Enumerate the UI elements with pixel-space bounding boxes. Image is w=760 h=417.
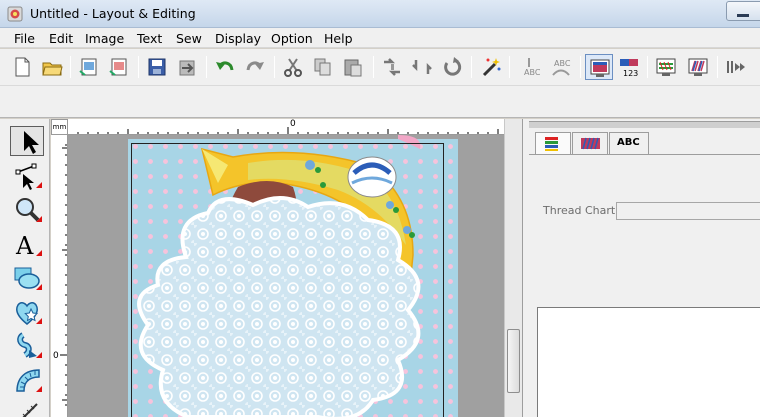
point-edit-tool-button[interactable]	[10, 160, 44, 190]
new-button[interactable]	[8, 54, 36, 80]
new-file-icon	[15, 57, 30, 77]
attribute-list-box[interactable]	[537, 307, 760, 417]
select-tool-button[interactable]	[10, 126, 44, 156]
import-image-button[interactable]	[75, 54, 103, 80]
cut-icon	[284, 58, 302, 77]
svg-text:123: 123	[623, 69, 638, 78]
zoom-tool-button[interactable]	[10, 194, 44, 224]
title-bar: Untitled - Layout & Editing	[0, 0, 760, 28]
tab-sew-attributes[interactable]	[535, 132, 571, 155]
text-arrange-icon: ABC	[524, 58, 540, 77]
menu-help[interactable]: Help	[324, 31, 353, 46]
brush-tool-button[interactable]	[10, 364, 44, 394]
save-button[interactable]	[143, 54, 171, 80]
transfer-button[interactable]	[722, 54, 750, 80]
text-arrange-button[interactable]: ABC	[515, 54, 543, 80]
rotate-icon	[444, 57, 462, 76]
paste-button[interactable]	[339, 54, 367, 80]
design-canvas[interactable]	[68, 135, 504, 417]
open-folder-icon	[42, 62, 63, 76]
ruler-unit: mm	[51, 119, 68, 135]
stitch-simulator-button[interactable]	[652, 54, 680, 80]
tool-palette: A	[0, 119, 50, 417]
cut-button[interactable]	[279, 54, 307, 80]
shape-tool-button[interactable]	[10, 262, 44, 292]
measure-tool-icon	[22, 403, 38, 417]
import-image-icon	[79, 58, 97, 76]
tab-region-stitch[interactable]	[572, 132, 608, 154]
menu-sew[interactable]: Sew	[176, 31, 202, 46]
svg-text:ABC: ABC	[524, 68, 540, 77]
import-embroidery-icon	[109, 58, 127, 76]
design-page-icon	[590, 59, 610, 77]
menu-image[interactable]: Image	[85, 31, 124, 46]
menu-text[interactable]: Text	[137, 31, 162, 46]
menu-option[interactable]: Option	[271, 31, 313, 46]
stitch-simulator-icon	[656, 58, 676, 76]
sew-attributes-icon	[545, 137, 558, 151]
undo-icon	[216, 61, 234, 71]
thread-chart-dropdown[interactable]	[616, 202, 760, 220]
export-button[interactable]	[173, 54, 201, 80]
flip-horizontal-button[interactable]	[378, 54, 406, 80]
attributes-panel: ABC Thread Chart:	[522, 119, 760, 417]
text-arc-button[interactable]: ABC	[547, 54, 575, 80]
copy-icon	[314, 58, 331, 76]
rotate-button[interactable]	[438, 54, 466, 80]
design-page-button[interactable]	[585, 54, 613, 80]
redo-icon	[246, 61, 264, 71]
copy-button[interactable]	[309, 54, 337, 80]
flip-vertical-button[interactable]	[408, 54, 436, 80]
import-embroidery-button[interactable]	[105, 54, 133, 80]
svg-text:A: A	[15, 232, 34, 258]
app-icon	[7, 6, 23, 22]
sewing-order-icon: 123	[620, 59, 638, 78]
minimize-button[interactable]	[726, 1, 760, 21]
ruler-top-zero: 0	[290, 119, 296, 129]
redo-button[interactable]	[241, 54, 269, 80]
magic-wand-icon	[482, 58, 501, 77]
transfer-icon	[727, 61, 745, 73]
secondary-toolbar	[0, 85, 760, 118]
realistic-preview-icon	[688, 58, 708, 76]
hoop-boundary	[131, 143, 444, 417]
panel-header	[529, 121, 760, 128]
measure-tool-button[interactable]	[10, 398, 44, 417]
vertical-scrollbar[interactable]	[504, 119, 522, 417]
flip-horizontal-icon	[384, 58, 400, 76]
realistic-preview-button[interactable]	[684, 54, 712, 80]
menu-bar: File Edit Image Text Sew Display Option …	[0, 28, 760, 48]
select-arrow-icon	[24, 131, 39, 154]
magic-wand-button[interactable]	[477, 54, 505, 80]
main-toolbar: ABC ABC 123	[0, 49, 760, 85]
menu-edit[interactable]: Edit	[49, 31, 73, 46]
flip-vertical-icon	[412, 60, 432, 74]
export-icon	[179, 60, 195, 76]
save-icon	[148, 58, 166, 76]
vertical-scrollbar-thumb[interactable]	[507, 329, 520, 393]
minimize-icon	[737, 14, 749, 17]
outline-tool-button[interactable]	[10, 330, 44, 360]
tab-text-attributes[interactable]: ABC	[609, 132, 649, 154]
text-tool-button[interactable]: A	[10, 228, 44, 258]
stamp-tool-button[interactable]	[10, 296, 44, 326]
menu-file[interactable]: File	[14, 31, 35, 46]
window-title: Untitled - Layout & Editing	[30, 6, 196, 21]
paste-icon	[344, 59, 362, 77]
text-attributes-label: ABC	[617, 137, 640, 148]
menu-display[interactable]: Display	[215, 31, 261, 46]
ruler-top: 0	[68, 119, 522, 135]
ruler-left-ticks	[60, 144, 67, 406]
undo-button[interactable]	[211, 54, 239, 80]
sewing-order-button[interactable]: 123	[615, 54, 643, 80]
ruler-left-zero: 0	[53, 351, 59, 361]
svg-text:ABC: ABC	[554, 59, 571, 68]
text-arc-icon: ABC	[552, 59, 571, 76]
region-stitch-icon	[581, 137, 600, 150]
open-button[interactable]	[38, 54, 66, 80]
thread-chart-label: Thread Chart:	[543, 204, 619, 217]
ruler-left: 0	[51, 135, 68, 417]
